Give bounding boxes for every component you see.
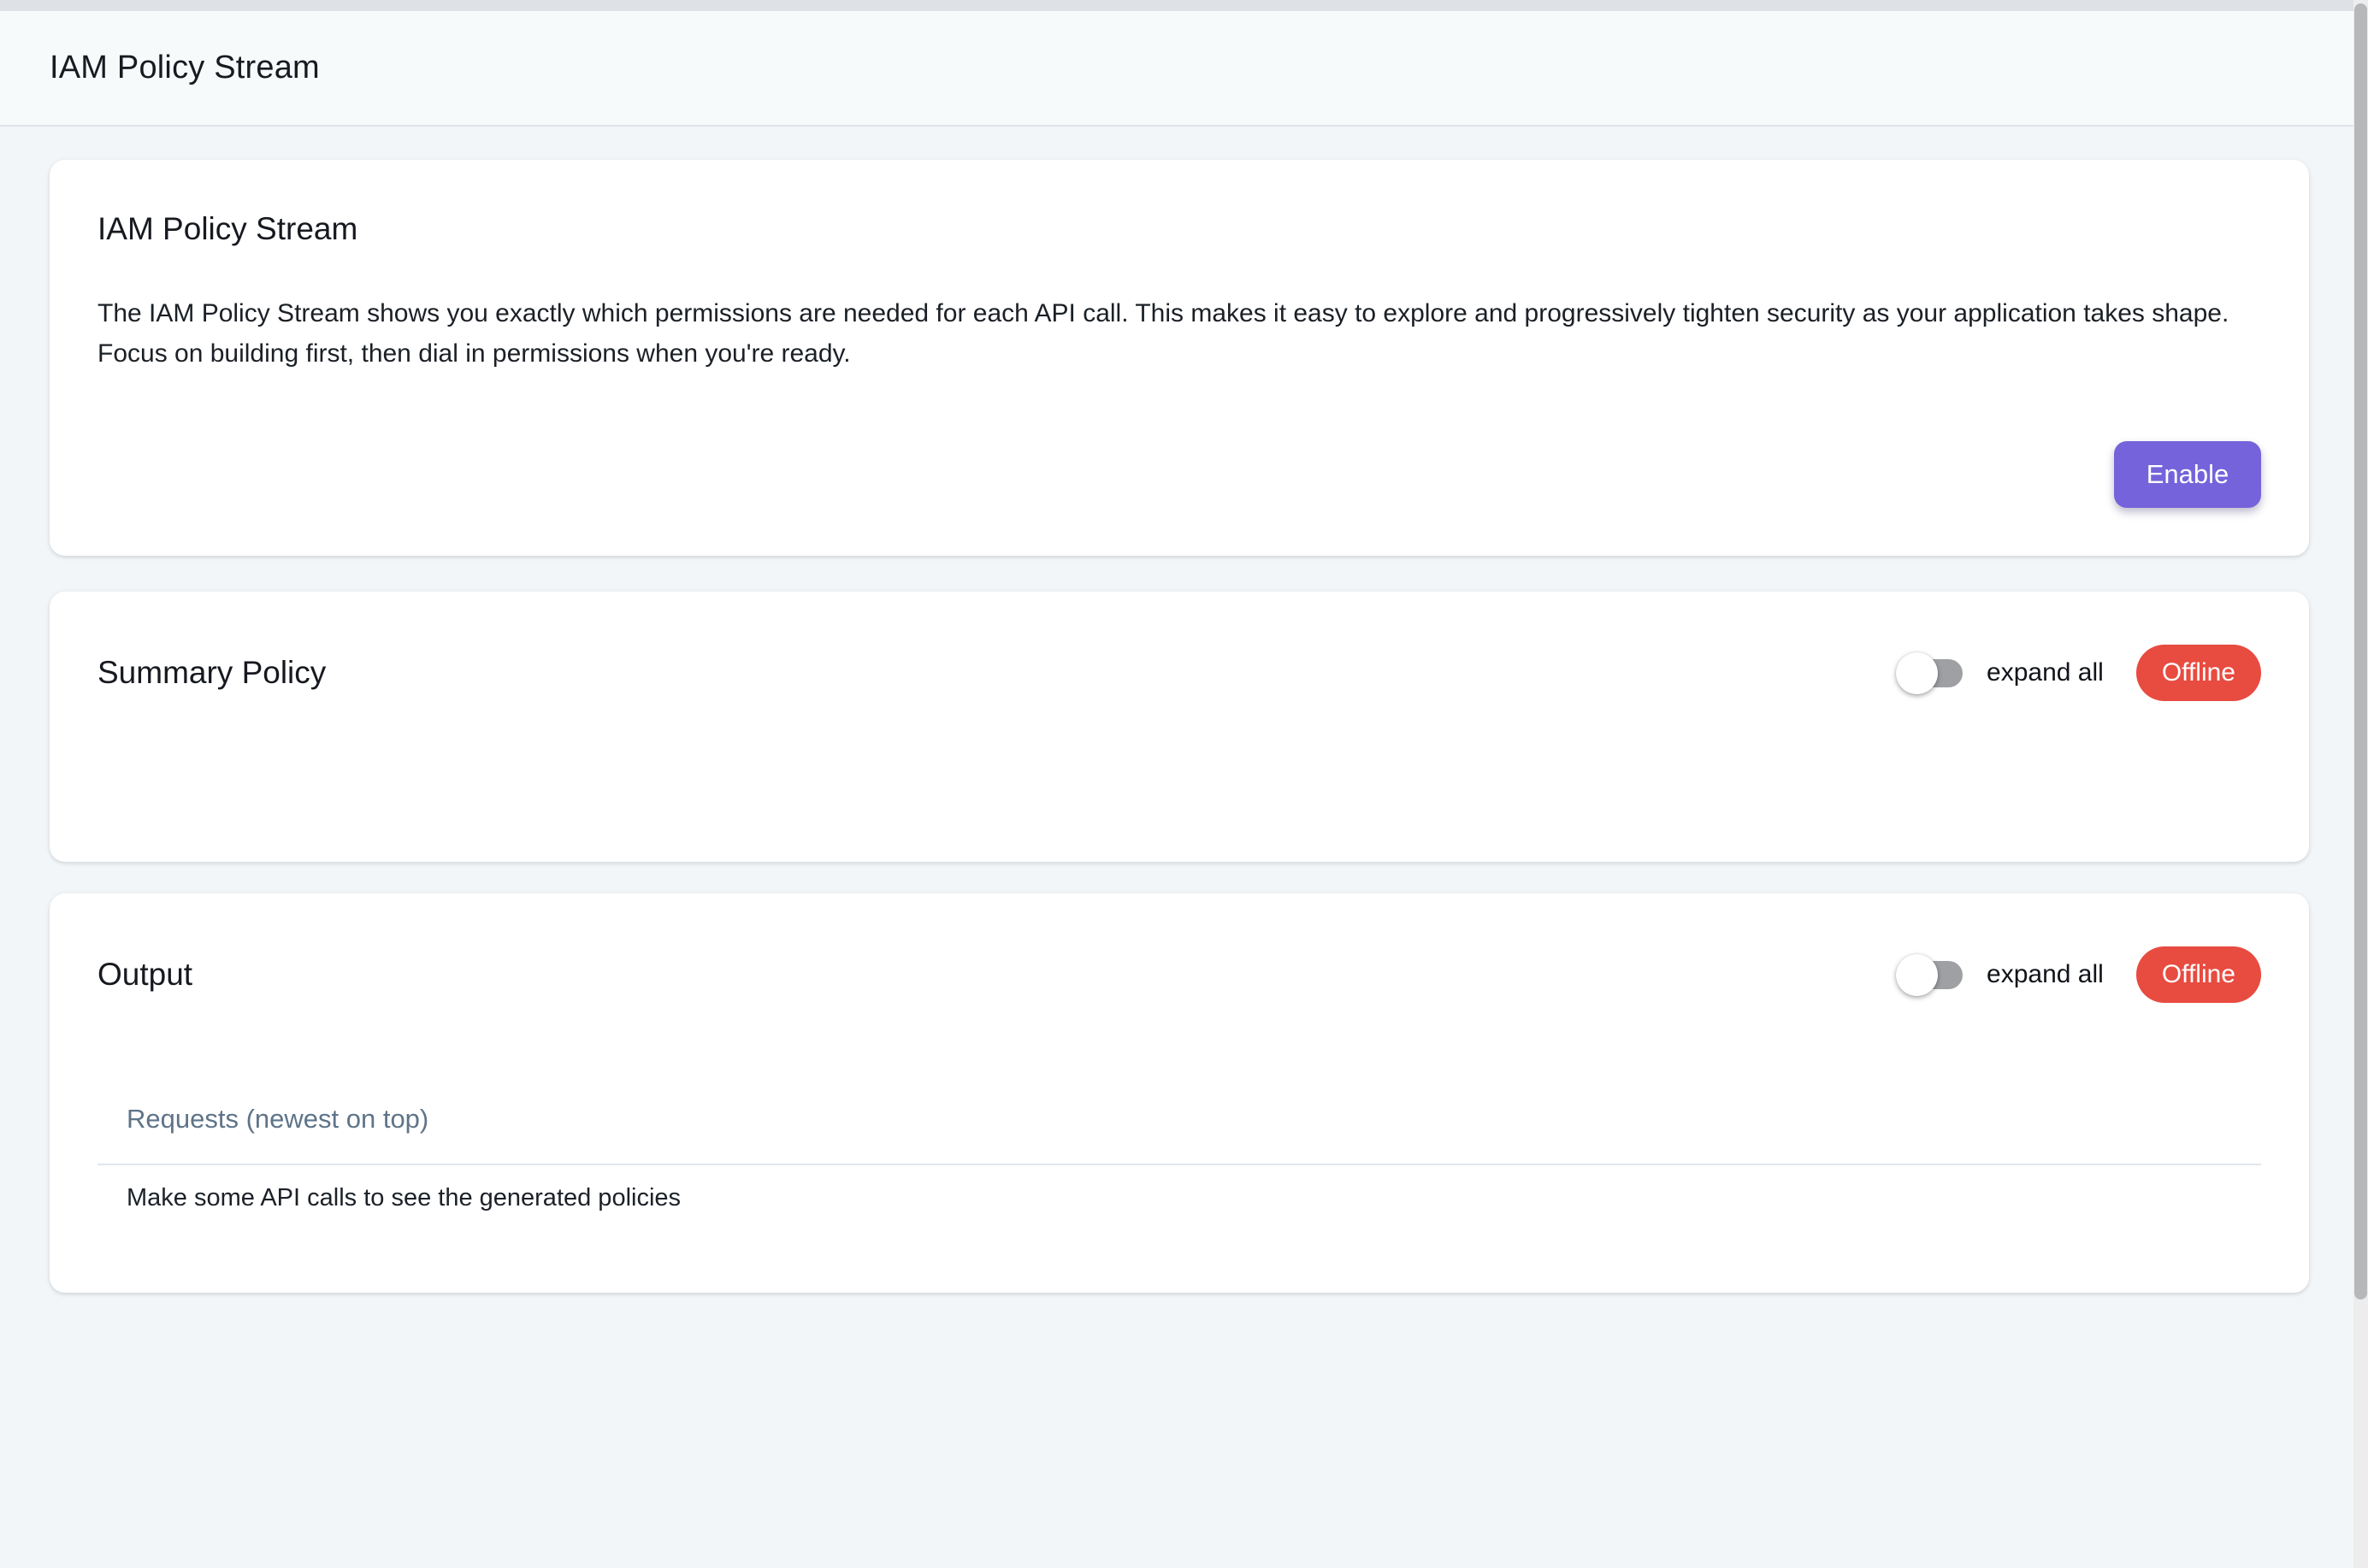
intro-card-title: IAM Policy Stream: [97, 211, 2261, 247]
toggle-knob-icon: [1896, 652, 1938, 694]
requests-section: Requests (newest on top) Make some API c…: [97, 1104, 2261, 1212]
output-card: Output expand all Offline Requests (newe…: [50, 893, 2309, 1293]
top-edge-band: [0, 0, 2353, 11]
summary-heading-row: Summary Policy expand all Offline: [97, 640, 2261, 706]
summary-expand-toggle[interactable]: [1906, 659, 1963, 687]
requests-heading: Requests (newest on top): [127, 1104, 2261, 1135]
output-controls: expand all Offline: [1906, 946, 2261, 1003]
output-expand-toggle[interactable]: [1906, 961, 1963, 989]
summary-controls: expand all Offline: [1906, 645, 2261, 701]
toggle-knob-icon: [1896, 954, 1938, 996]
output-status-badge: Offline: [2136, 946, 2261, 1003]
page-title: IAM Policy Stream: [50, 50, 320, 86]
enable-button[interactable]: Enable: [2114, 441, 2261, 508]
intro-card: IAM Policy Stream The IAM Policy Stream …: [50, 160, 2309, 556]
output-heading-row: Output expand all Offline: [97, 941, 2261, 1008]
main-content: IAM Policy Stream The IAM Policy Stream …: [0, 128, 2353, 1293]
output-expand-all-label: expand all: [1987, 960, 2104, 989]
vertical-scrollbar[interactable]: [2353, 0, 2368, 1568]
output-card-title: Output: [97, 957, 192, 993]
summary-card-title: Summary Policy: [97, 655, 326, 691]
intro-description: The IAM Policy Stream shows you exactly …: [97, 293, 2261, 374]
requests-empty-message: Make some API calls to see the generated…: [127, 1184, 2261, 1212]
scrollbar-thumb[interactable]: [2354, 3, 2367, 1300]
summary-policy-card: Summary Policy expand all Offline: [50, 592, 2309, 862]
page-header: IAM Policy Stream: [0, 11, 2353, 127]
requests-divider: [97, 1164, 2261, 1165]
summary-status-badge: Offline: [2136, 645, 2261, 701]
summary-expand-all-label: expand all: [1987, 658, 2104, 687]
